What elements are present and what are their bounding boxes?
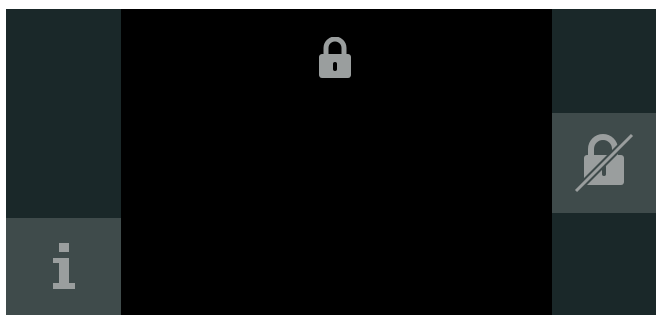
info-button[interactable] xyxy=(6,218,121,315)
left-panel xyxy=(6,9,121,315)
lock-icon xyxy=(317,37,353,81)
screen xyxy=(6,9,656,315)
unlock-button[interactable] xyxy=(552,113,656,213)
info-icon xyxy=(50,242,78,291)
lock-disabled-icon xyxy=(572,131,636,195)
right-panel xyxy=(552,9,656,315)
